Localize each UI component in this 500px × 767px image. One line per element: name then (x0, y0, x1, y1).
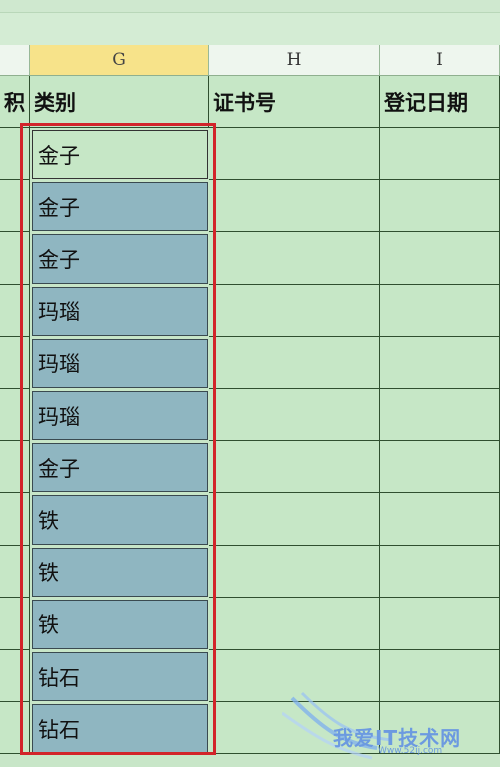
cell-i[interactable] (380, 128, 500, 181)
cell-f1[interactable]: 积 (0, 76, 30, 128)
cell-f[interactable] (0, 389, 30, 442)
cell-i[interactable] (380, 597, 500, 650)
cell-h[interactable] (209, 389, 380, 442)
cell-f[interactable] (0, 441, 30, 494)
column-header-row: G H I (0, 45, 500, 76)
cell-i[interactable] (380, 493, 500, 546)
col-header-g[interactable]: G (30, 45, 209, 75)
cell-f[interactable] (0, 232, 30, 285)
header-f-label: 积 (4, 89, 25, 115)
cell-f[interactable] (0, 180, 30, 233)
cell-h[interactable] (209, 493, 380, 546)
cell-f[interactable] (0, 128, 30, 181)
col-header-f[interactable] (0, 45, 30, 75)
cell-i[interactable] (380, 232, 500, 285)
category-cell[interactable]: 金子 (32, 443, 208, 493)
category-value: 玛瑙 (38, 300, 80, 325)
category-cell[interactable]: 金子 (32, 234, 208, 284)
cell-i[interactable] (380, 336, 500, 389)
cell-f[interactable] (0, 650, 30, 703)
category-value: 铁 (38, 561, 59, 586)
col-header-h[interactable]: H (209, 45, 380, 75)
cell-h[interactable] (209, 336, 380, 389)
category-cell[interactable]: 金子 (32, 130, 208, 180)
category-value: 钻石 (38, 665, 80, 690)
cell-f[interactable] (0, 545, 30, 598)
cell-f[interactable] (0, 336, 30, 389)
category-value: 铁 (38, 508, 59, 533)
category-value: 金子 (38, 456, 80, 481)
cell-h[interactable] (209, 441, 380, 494)
header-certificate-label: 证书号 (213, 89, 276, 115)
cell-i1[interactable]: 登记日期 (380, 76, 500, 128)
category-cell[interactable]: 钻石 (32, 652, 208, 702)
spreadsheet-grid: 积 类别 证书号 登记日期 金子 金子 金子 玛瑙 玛瑙 玛瑙 金子铁铁铁钻石 钻石 (0, 76, 500, 767)
category-value: 金子 (38, 195, 80, 220)
formula-bar-area (0, 0, 500, 45)
header-date-label: 登记日期 (384, 89, 468, 115)
cell-h[interactable] (209, 128, 380, 181)
cell-h[interactable] (209, 180, 380, 233)
cell-f[interactable] (0, 702, 30, 755)
cell-h[interactable] (209, 232, 380, 285)
cell-i[interactable] (380, 180, 500, 233)
cell-h1[interactable]: 证书号 (209, 76, 380, 128)
category-value: 铁 (38, 613, 59, 638)
category-cell[interactable]: 玛瑙 (32, 338, 208, 388)
cell-i[interactable] (380, 389, 500, 442)
cell-i[interactable] (380, 284, 500, 337)
cell-f[interactable] (0, 597, 30, 650)
cell-h[interactable] (209, 597, 380, 650)
col-header-i[interactable]: I (380, 45, 500, 75)
cell-h[interactable] (209, 545, 380, 598)
category-value: 玛瑙 (38, 404, 80, 429)
header-category-label: 类别 (34, 89, 76, 115)
category-cell[interactable]: 铁 (32, 599, 208, 649)
category-value: 金子 (38, 247, 80, 272)
cell-h[interactable] (209, 284, 380, 337)
cell-f[interactable] (0, 493, 30, 546)
formula-bar[interactable] (0, 12, 500, 45)
cell-i[interactable] (380, 441, 500, 494)
category-cell[interactable]: 玛瑙 (32, 391, 208, 441)
cell-i[interactable] (380, 545, 500, 598)
category-cell[interactable]: 金子 (32, 182, 208, 232)
cell-g1[interactable]: 类别 (30, 76, 209, 128)
cell-f[interactable] (0, 284, 30, 337)
category-cell[interactable]: 玛瑙 (32, 286, 208, 336)
category-value: 金子 (38, 143, 80, 168)
category-cell[interactable]: 铁 (32, 495, 208, 545)
category-cell[interactable]: 钻石 (32, 704, 208, 754)
category-cell[interactable]: 铁 (32, 547, 208, 597)
category-value: 钻石 (38, 717, 80, 742)
category-value: 玛瑙 (38, 352, 80, 377)
watermark-subtext: Www.52ij.com (378, 746, 443, 756)
